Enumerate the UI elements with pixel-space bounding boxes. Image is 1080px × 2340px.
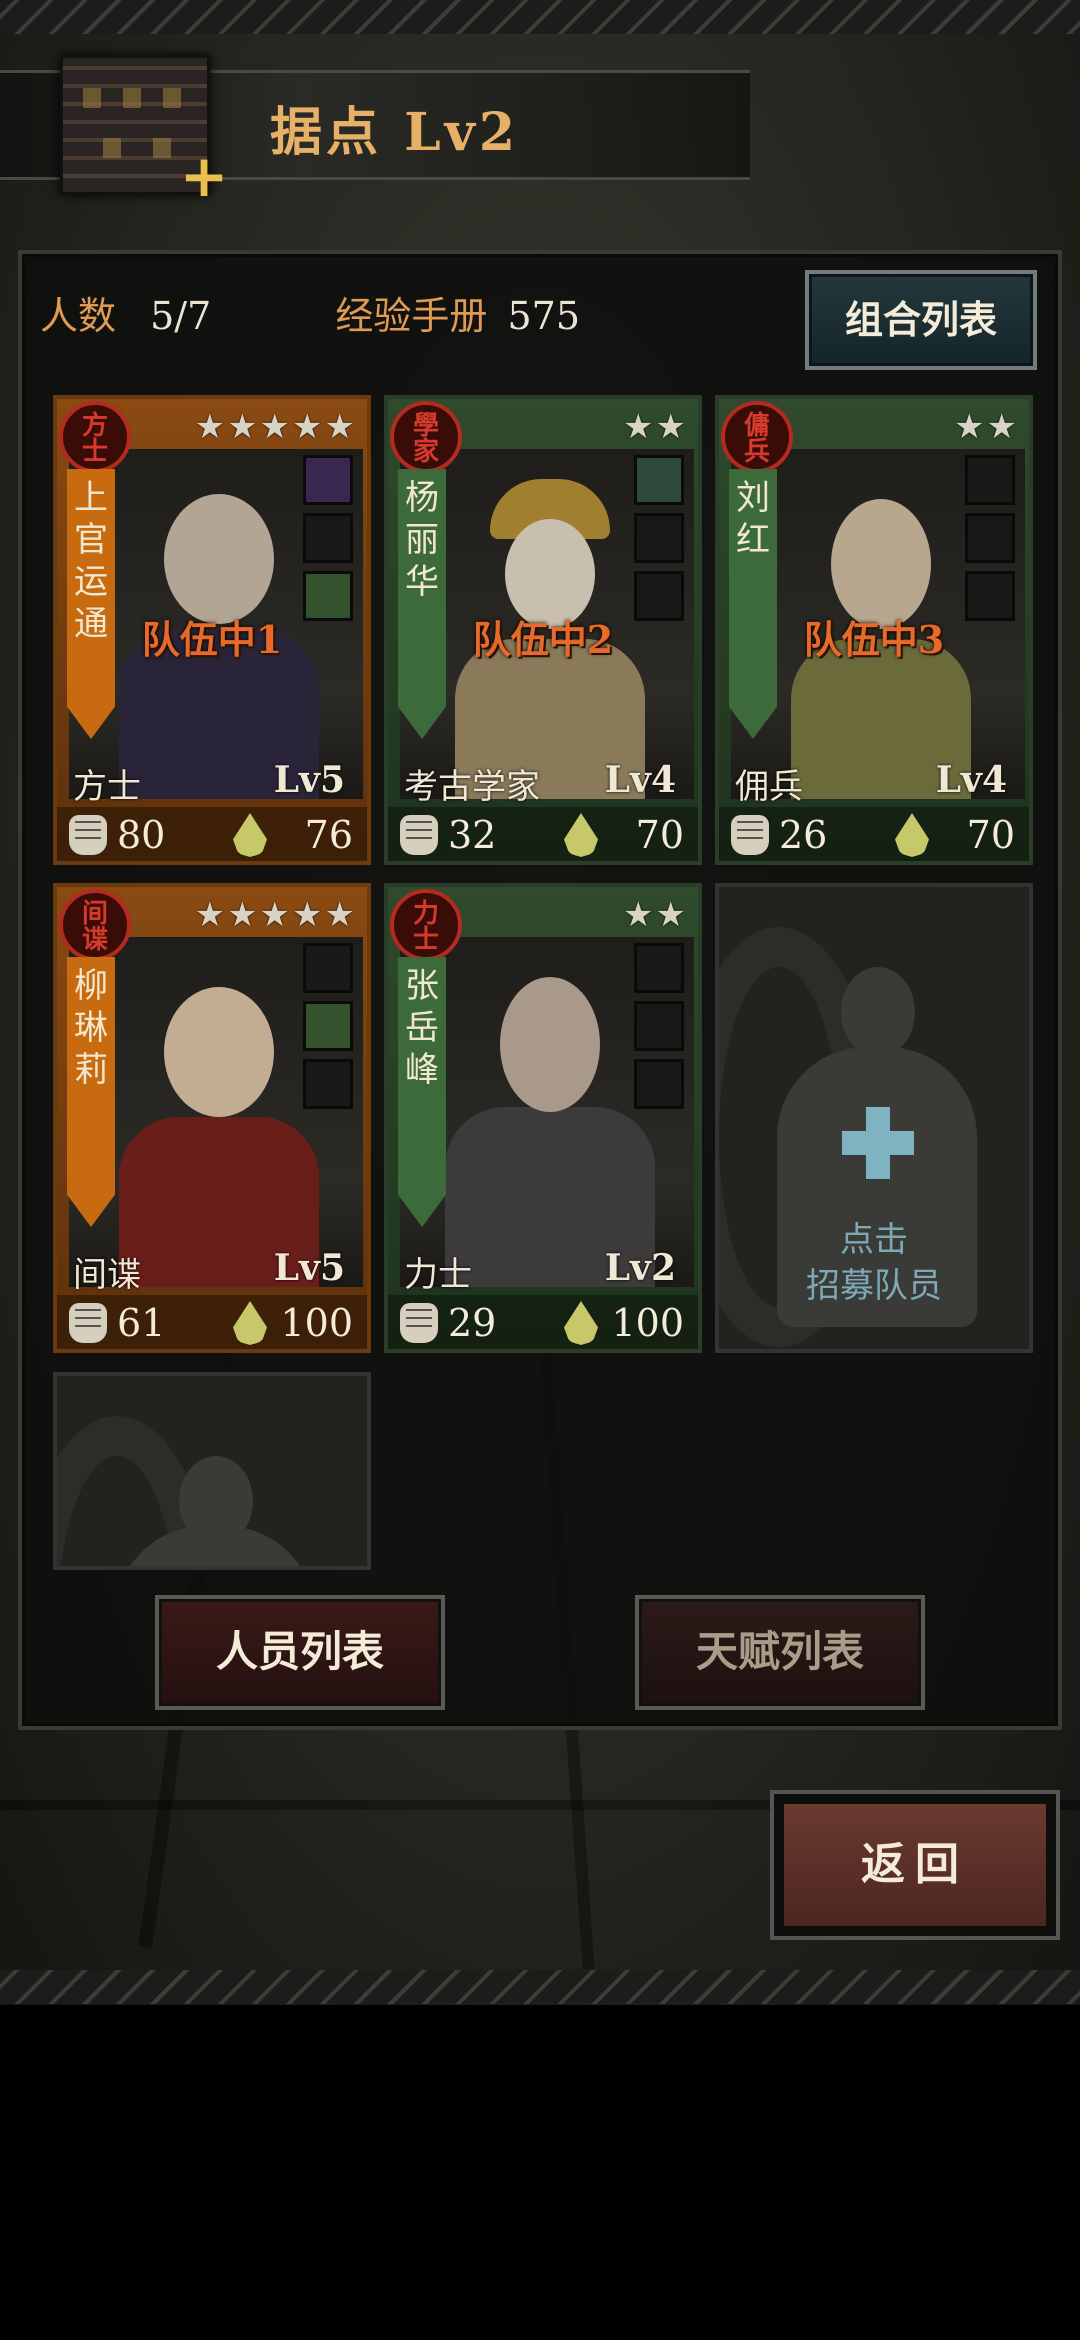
drop-icon <box>895 813 929 857</box>
tab-staff-list[interactable]: 人员列表 <box>155 1595 445 1710</box>
page-title: 据点 Lv2 <box>270 102 520 163</box>
drop-icon <box>564 813 598 857</box>
class-seal: 力士 <box>390 889 462 961</box>
level: Lv4 <box>935 759 1007 801</box>
class-name: 方士 <box>73 767 141 807</box>
star-rating: ★★ <box>954 407 1019 447</box>
name-banner: 柳琳莉 <box>67 957 115 1227</box>
equip-slot[interactable] <box>303 1059 353 1109</box>
back-button[interactable]: 返回 <box>770 1790 1060 1940</box>
stat-bar: 61 100 <box>57 1295 367 1349</box>
fist-icon <box>69 815 107 855</box>
exp-label: 经验手册 <box>335 294 488 338</box>
tab-talent-list[interactable]: 天赋列表 <box>635 1595 925 1710</box>
class-seal: 间谍 <box>59 889 131 961</box>
stamina-value: 100 <box>611 1301 684 1345</box>
name-banner: 杨丽华 <box>398 469 446 739</box>
member-card[interactable]: ★★★★★ 间谍 柳琳莉 间谍 Lv5 61 100 <box>53 883 371 1353</box>
strength-value: 61 <box>117 1301 166 1345</box>
star-rating: ★★ <box>623 895 688 935</box>
stat-bar: 32 70 <box>388 807 698 861</box>
recruit-line-1: 点击 <box>840 1220 908 1260</box>
silhouette <box>841 967 915 1057</box>
star-rating: ★★★★★ <box>194 407 357 447</box>
equipment-slots <box>634 455 684 629</box>
stat-bar: 80 76 <box>57 807 367 861</box>
cross-icon <box>842 1107 914 1179</box>
level: Lv2 <box>604 1247 676 1289</box>
level: Lv5 <box>273 1247 345 1289</box>
fist-icon <box>400 815 438 855</box>
stat-bar: 26 70 <box>719 807 1029 861</box>
class-name: 间谍 <box>73 1255 141 1295</box>
name-banner: 刘红 <box>729 469 777 739</box>
recruit-label: 点击 招募队员 <box>719 1217 1029 1309</box>
stamina-value: 100 <box>280 1301 353 1345</box>
class-seal: 傭兵 <box>721 401 793 473</box>
stats-row: 人数 5/7 经验手册 575 <box>40 285 580 340</box>
class-seal: 方士 <box>59 401 131 473</box>
bottom-border <box>0 1970 1080 2004</box>
members-label: 人数 <box>40 294 117 338</box>
fist-icon <box>400 1303 438 1343</box>
equip-slot[interactable] <box>634 1001 684 1051</box>
top-border <box>0 0 1080 34</box>
equip-slot[interactable] <box>303 943 353 993</box>
strength-value: 26 <box>779 813 828 857</box>
class-name: 考古学家 <box>404 767 540 807</box>
equip-slot[interactable] <box>634 943 684 993</box>
equip-slot[interactable] <box>634 455 684 505</box>
member-card[interactable]: ★★ 傭兵 刘红 队伍中3 佣兵 Lv4 26 70 <box>715 395 1033 865</box>
team-status: 队伍中2 <box>472 617 614 662</box>
stamina-value: 70 <box>635 813 684 857</box>
equip-slot[interactable] <box>303 1001 353 1051</box>
stat-bar: 29 100 <box>388 1295 698 1349</box>
strength-value: 32 <box>448 813 497 857</box>
plus-icon[interactable]: + <box>178 147 230 205</box>
team-status: 队伍中3 <box>803 617 945 662</box>
member-card[interactable]: ★★★★★ 方士 上官运通 队伍中1 方士 Lv5 80 76 <box>53 395 371 865</box>
equipment-slots <box>303 943 353 1117</box>
drop-icon <box>233 813 267 857</box>
star-rating: ★★ <box>623 407 688 447</box>
strength-value: 80 <box>117 813 166 857</box>
member-card[interactable]: ★★ 力士 张岳峰 力士 Lv2 29 100 <box>384 883 702 1353</box>
drop-icon <box>564 1301 598 1345</box>
back-label: 返回 <box>784 1804 1046 1926</box>
level: Lv4 <box>604 759 676 801</box>
name-banner: 上官运通 <box>67 469 115 739</box>
name-banner: 张岳峰 <box>398 957 446 1227</box>
equip-slot[interactable] <box>965 513 1015 563</box>
strength-value: 29 <box>448 1301 497 1345</box>
members-value: 5/7 <box>150 294 212 338</box>
equipment-slots <box>965 455 1015 629</box>
equip-slot[interactable] <box>303 455 353 505</box>
class-seal: 學家 <box>390 401 462 473</box>
stamina-value: 70 <box>966 813 1015 857</box>
stamina-value: 76 <box>304 813 353 857</box>
member-card[interactable]: ★★ 學家 杨丽华 队伍中2 考古学家 Lv4 32 70 <box>384 395 702 865</box>
level: Lv5 <box>273 759 345 801</box>
equipment-slots <box>303 455 353 629</box>
recruit-slot[interactable]: 点击 招募队员 <box>715 883 1033 1353</box>
equip-slot[interactable] <box>634 513 684 563</box>
equipment-slots <box>634 943 684 1117</box>
equip-slot[interactable] <box>634 1059 684 1109</box>
team-status: 队伍中1 <box>141 617 283 662</box>
recruit-line-2: 招募队员 <box>806 1266 942 1306</box>
combo-list-button[interactable]: 组合列表 <box>805 270 1037 370</box>
class-name: 力士 <box>404 1255 472 1295</box>
equip-slot[interactable] <box>965 455 1015 505</box>
drop-icon <box>233 1301 267 1345</box>
equip-slot[interactable] <box>303 513 353 563</box>
fist-icon <box>731 815 769 855</box>
locked-slot[interactable] <box>53 1372 371 1570</box>
star-rating: ★★★★★ <box>194 895 357 935</box>
class-name: 佣兵 <box>735 767 803 807</box>
fist-icon <box>69 1303 107 1343</box>
exp-value: 575 <box>507 294 580 338</box>
